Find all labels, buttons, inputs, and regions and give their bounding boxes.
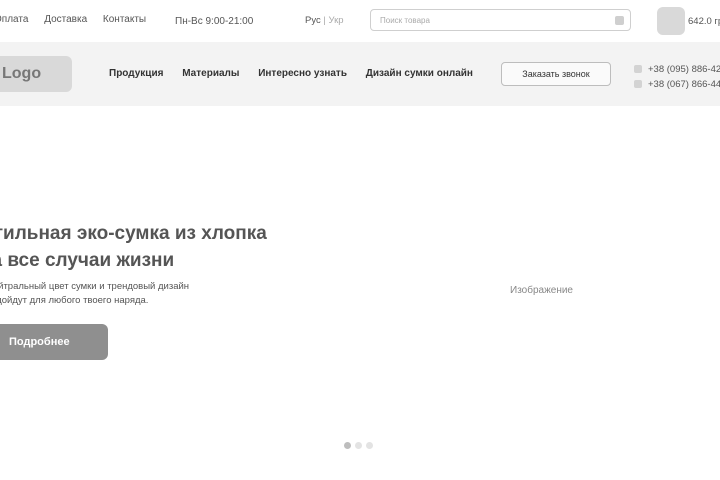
search-icon[interactable] bbox=[615, 16, 624, 25]
hero-section: Стильная эко-сумка из хлопка на все случ… bbox=[0, 106, 720, 480]
lang-separator: | bbox=[323, 15, 326, 26]
nav-item-bag-design[interactable]: Дизайн сумки онлайн bbox=[366, 68, 473, 79]
phone-icon bbox=[634, 65, 642, 73]
search-box bbox=[370, 9, 631, 31]
slider-dot[interactable] bbox=[366, 442, 373, 449]
top-link-contacts[interactable]: Контакты bbox=[103, 14, 146, 25]
cart-icon[interactable] bbox=[657, 7, 685, 35]
hero-title-line: Стильная эко-сумка из хлопка bbox=[0, 223, 267, 244]
topbar: Оплата Доставка Контакты Пн-Вс 9:00-21:0… bbox=[0, 0, 720, 42]
phone-list: +38 (095) 886-42-42 +38 (067) 866-44-22 bbox=[634, 62, 720, 92]
main-header: Logo Продукция Материалы Интересно узнат… bbox=[0, 42, 720, 106]
working-hours: Пн-Вс 9:00-21:00 bbox=[175, 16, 254, 27]
main-nav: Продукция Материалы Интересно узнать Диз… bbox=[109, 68, 489, 79]
hero-image-placeholder: Изображение bbox=[510, 285, 573, 296]
phone-number: +38 (095) 886-42-42 bbox=[648, 63, 720, 75]
search-input[interactable] bbox=[380, 14, 600, 27]
hero-title: Стильная эко-сумка из хлопка на все случ… bbox=[0, 220, 267, 274]
hero-title-line: на все случаи жизни bbox=[0, 250, 175, 271]
phone-item[interactable]: +38 (095) 886-42-42 bbox=[634, 62, 720, 76]
hero-description: Нейтральный цвет сумки и трендовый дизай… bbox=[0, 280, 189, 308]
slider-dot[interactable] bbox=[344, 442, 351, 449]
logo[interactable]: Logo bbox=[0, 56, 72, 92]
nav-item-products[interactable]: Продукция bbox=[109, 68, 163, 79]
page: Оплата Доставка Контакты Пн-Вс 9:00-21:0… bbox=[0, 0, 720, 480]
nav-item-interesting[interactable]: Интересно узнать bbox=[258, 68, 347, 79]
hero-description-line: Нейтральный цвет сумки и трендовый дизай… bbox=[0, 281, 190, 292]
nav-item-materials[interactable]: Материалы bbox=[182, 68, 239, 79]
language-switcher: Рус | Укр bbox=[305, 15, 344, 26]
more-button[interactable]: Подробнее bbox=[0, 324, 108, 360]
callback-button[interactable]: Заказать звонок bbox=[501, 62, 611, 86]
top-link-payment[interactable]: Оплата bbox=[0, 14, 28, 25]
phone-icon bbox=[634, 80, 642, 88]
cart-total[interactable]: 642.0 грн bbox=[688, 16, 720, 27]
lang-ukr[interactable]: Укр bbox=[328, 15, 343, 26]
slider-dots bbox=[344, 442, 377, 449]
top-links: Оплата Доставка Контакты bbox=[0, 14, 159, 25]
slider-dot[interactable] bbox=[355, 442, 362, 449]
phone-item[interactable]: +38 (067) 866-44-22 bbox=[634, 77, 720, 91]
hero-description-line: подойдут для любого твоего наряда. bbox=[0, 295, 149, 306]
top-link-delivery[interactable]: Доставка bbox=[44, 14, 87, 25]
phone-number: +38 (067) 866-44-22 bbox=[648, 78, 720, 90]
lang-rus[interactable]: Рус bbox=[305, 15, 321, 26]
